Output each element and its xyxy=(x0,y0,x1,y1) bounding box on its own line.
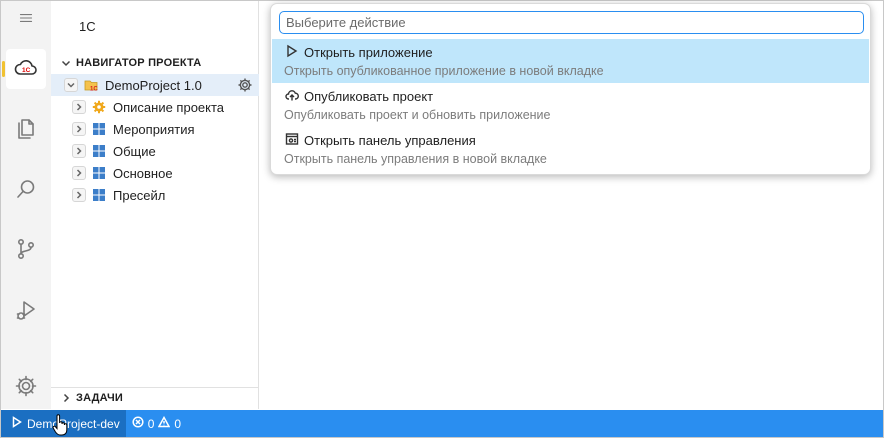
tasks-header-label: ЗАДАЧИ xyxy=(76,392,124,404)
quick-pick-item-label: Открыть панель управления xyxy=(304,132,476,148)
tree-item[interactable]: Описание проекта xyxy=(51,96,259,118)
play-icon xyxy=(11,416,27,431)
tree-item-label: DemoProject 1.0 xyxy=(105,77,202,93)
run-debug-icon[interactable] xyxy=(6,290,46,330)
cloud-upload-icon xyxy=(285,88,304,105)
files-icon[interactable] xyxy=(6,108,46,148)
project-folder-icon: 1С xyxy=(84,78,98,93)
quick-pick-item-publish[interactable]: Опубликовать проект Опубликовать проект … xyxy=(272,83,869,127)
tree-item-label: Мероприятия xyxy=(113,121,195,137)
tree-item-label: Пресейл xyxy=(113,187,166,203)
quick-pick-item-description: Открыть панель управления в новой вкладк… xyxy=(284,152,547,166)
svg-text:1С: 1С xyxy=(90,87,98,93)
error-icon xyxy=(132,416,148,431)
expand-toggle[interactable] xyxy=(72,100,86,114)
sidebar: 1С НАВИГАТОР ПРОЕКТА 1С DemoProject 1.0 … xyxy=(51,1,259,409)
quick-pick-item-open-app[interactable]: Открыть приложение Открыть опубликованно… xyxy=(272,39,869,83)
sidebar-title: 1С xyxy=(79,19,96,34)
action-search-input[interactable] xyxy=(279,11,864,34)
error-count: 0 xyxy=(147,416,155,431)
chevron-down-icon xyxy=(61,58,71,68)
warning-icon xyxy=(158,415,174,431)
quick-pick-item-label: Открыть приложение xyxy=(304,44,433,60)
module-icon xyxy=(92,122,106,136)
expand-toggle[interactable] xyxy=(72,188,86,202)
cloud-1c-icon[interactable]: 1С xyxy=(2,49,46,89)
tree-item[interactable]: Мероприятия xyxy=(51,118,259,140)
dashboard-icon xyxy=(285,132,304,149)
source-control-icon[interactable] xyxy=(6,229,46,269)
quick-pick-item-label: Опубликовать проект xyxy=(304,88,434,104)
project-settings-icon[interactable] xyxy=(237,77,253,93)
quick-pick-item-open-dashboard[interactable]: Открыть панель управления Открыть панель… xyxy=(272,127,869,171)
activity-bar: 1С xyxy=(1,1,51,409)
tree-item-label: Общие xyxy=(113,143,156,159)
tree-item[interactable]: Общие xyxy=(51,140,259,162)
module-icon xyxy=(92,144,106,158)
tree-item-project[interactable]: 1С DemoProject 1.0 xyxy=(51,74,259,96)
tree-item[interactable]: Основное xyxy=(51,162,259,184)
warning-count: 0 xyxy=(174,416,182,431)
problems-button[interactable]: 0 0 xyxy=(126,410,187,437)
gear-yellow-icon xyxy=(92,100,106,114)
navigator-header-label: НАВИГАТОР ПРОЕКТА xyxy=(76,57,202,69)
svg-text:1С: 1С xyxy=(22,67,31,74)
module-icon xyxy=(92,166,106,180)
play-icon xyxy=(285,44,304,61)
quick-pick-item-description: Открыть опубликованное приложение в ново… xyxy=(284,64,604,78)
tree-item-label: Основное xyxy=(113,165,173,181)
run-target-label: DemoProject-dev xyxy=(27,416,120,431)
expand-toggle[interactable] xyxy=(72,144,86,158)
navigator-section-header[interactable]: НАВИГАТОР ПРОЕКТА xyxy=(61,53,201,73)
tasks-section-header[interactable]: ЗАДАЧИ xyxy=(61,388,123,408)
hand-cursor-icon xyxy=(52,414,68,436)
gear-icon[interactable] xyxy=(6,366,46,406)
collapse-toggle[interactable] xyxy=(64,78,78,92)
search-icon[interactable] xyxy=(6,169,46,209)
expand-toggle[interactable] xyxy=(72,166,86,180)
tree-item-label: Описание проекта xyxy=(113,99,225,115)
menu-icon[interactable] xyxy=(6,3,46,33)
quick-pick-item-description: Опубликовать проект и обновить приложени… xyxy=(284,108,551,122)
expand-toggle[interactable] xyxy=(72,122,86,136)
module-icon xyxy=(92,188,106,202)
tree-item[interactable]: Пресейл xyxy=(51,184,259,206)
quick-pick: Открыть приложение Открыть опубликованно… xyxy=(270,3,871,175)
status-bar: DemoProject-dev 0 0 xyxy=(1,410,883,437)
chevron-right-icon xyxy=(61,393,71,403)
